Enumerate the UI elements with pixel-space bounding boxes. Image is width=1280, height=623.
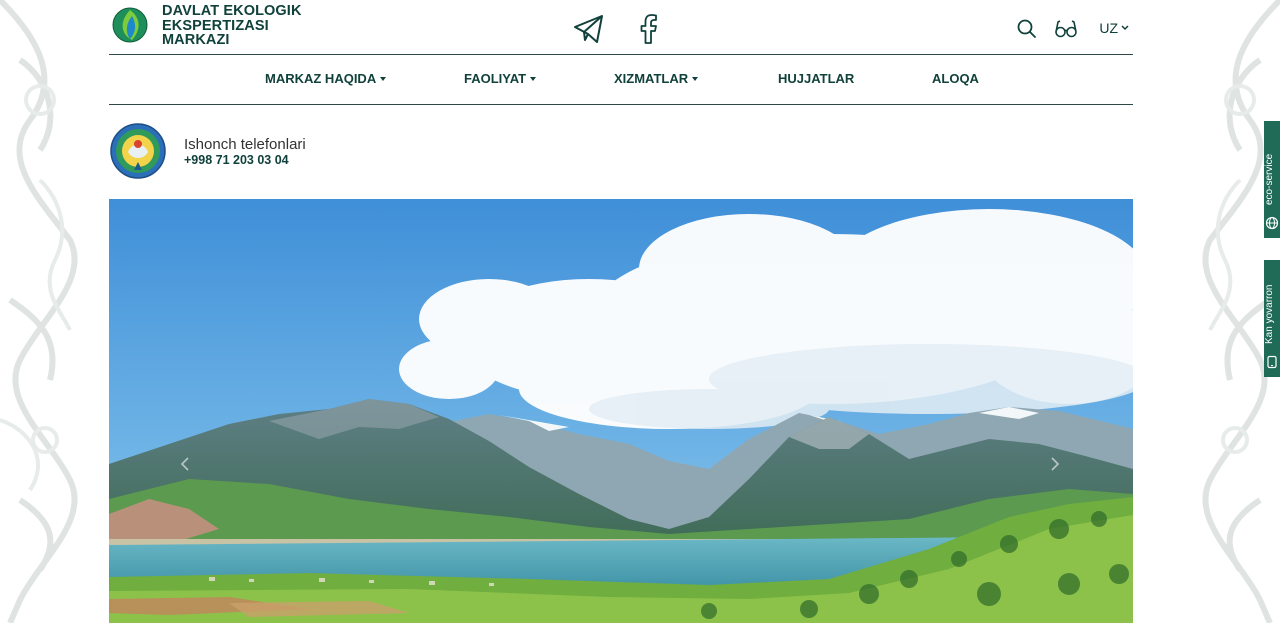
nav-item-label: MARKAZ HAQIDA bbox=[265, 71, 377, 86]
nav-item-xizmatlar[interactable]: XIZMATLAR bbox=[614, 71, 699, 86]
telegram-icon[interactable] bbox=[572, 12, 606, 46]
nav-item-label: FAOLIYAT bbox=[464, 71, 527, 86]
nav-item-aloqa[interactable]: ALOQA bbox=[932, 71, 979, 86]
carousel-next-icon[interactable] bbox=[1050, 456, 1060, 477]
nav-item-faoliyat[interactable]: FAOLIYAT bbox=[464, 71, 537, 86]
side-tab-kan-yovarron[interactable]: Kan yovarron bbox=[1264, 260, 1280, 377]
side-tab-label: Kan yovarron bbox=[1264, 284, 1275, 344]
brand-line-1: DAVLAT EKOLOGIK bbox=[162, 3, 302, 19]
nav-item-hujjatlar[interactable]: HUJJATLAR bbox=[778, 71, 854, 86]
caret-down-icon bbox=[530, 76, 537, 81]
language-label: UZ bbox=[1099, 20, 1118, 36]
brand-name[interactable]: DAVLAT EKOLOGIK EKSPERTIZASI MARKAZI bbox=[162, 4, 302, 48]
carousel-prev-icon[interactable] bbox=[180, 456, 190, 477]
brand-line-3: MARKAZI bbox=[162, 32, 230, 48]
nav-item-markaz-haqida[interactable]: MARKAZ HAQIDA bbox=[265, 71, 387, 86]
main-navigation: MARKAZ HAQIDA FAOLIYAT XIZMATLAR HUJJATL… bbox=[109, 55, 1133, 105]
brand-line-2: EKSPERTIZASI bbox=[162, 17, 269, 34]
language-selector[interactable]: UZ bbox=[1099, 20, 1129, 36]
nav-item-label: ALOQA bbox=[932, 71, 979, 86]
left-ornament-border bbox=[0, 0, 80, 623]
search-icon[interactable] bbox=[1016, 18, 1038, 45]
nav-item-label: XIZMATLAR bbox=[614, 71, 689, 86]
glasses-icon[interactable] bbox=[1054, 18, 1078, 45]
hotline-title: Ishonch telefonlari bbox=[184, 136, 306, 153]
globe-icon bbox=[1265, 216, 1279, 230]
chevron-down-icon bbox=[1121, 25, 1129, 31]
nav-item-label: HUJJATLAR bbox=[778, 71, 855, 86]
caret-down-icon bbox=[380, 76, 387, 81]
side-tab-label: eco-service bbox=[1264, 153, 1275, 205]
caret-down-icon bbox=[692, 76, 699, 81]
logo-icon[interactable] bbox=[112, 7, 148, 43]
hero-banner-image bbox=[109, 199, 1133, 623]
state-emblem-icon bbox=[110, 122, 166, 180]
facebook-icon[interactable] bbox=[632, 12, 666, 46]
side-tab-eco-service[interactable]: eco-service bbox=[1264, 121, 1280, 238]
phone-icon bbox=[1265, 355, 1279, 369]
hotline-phone[interactable]: +998 71 203 03 04 bbox=[184, 153, 289, 167]
site-header: DAVLAT EKOLOGIK EKSPERTIZASI MARKAZI UZ bbox=[109, 0, 1133, 55]
